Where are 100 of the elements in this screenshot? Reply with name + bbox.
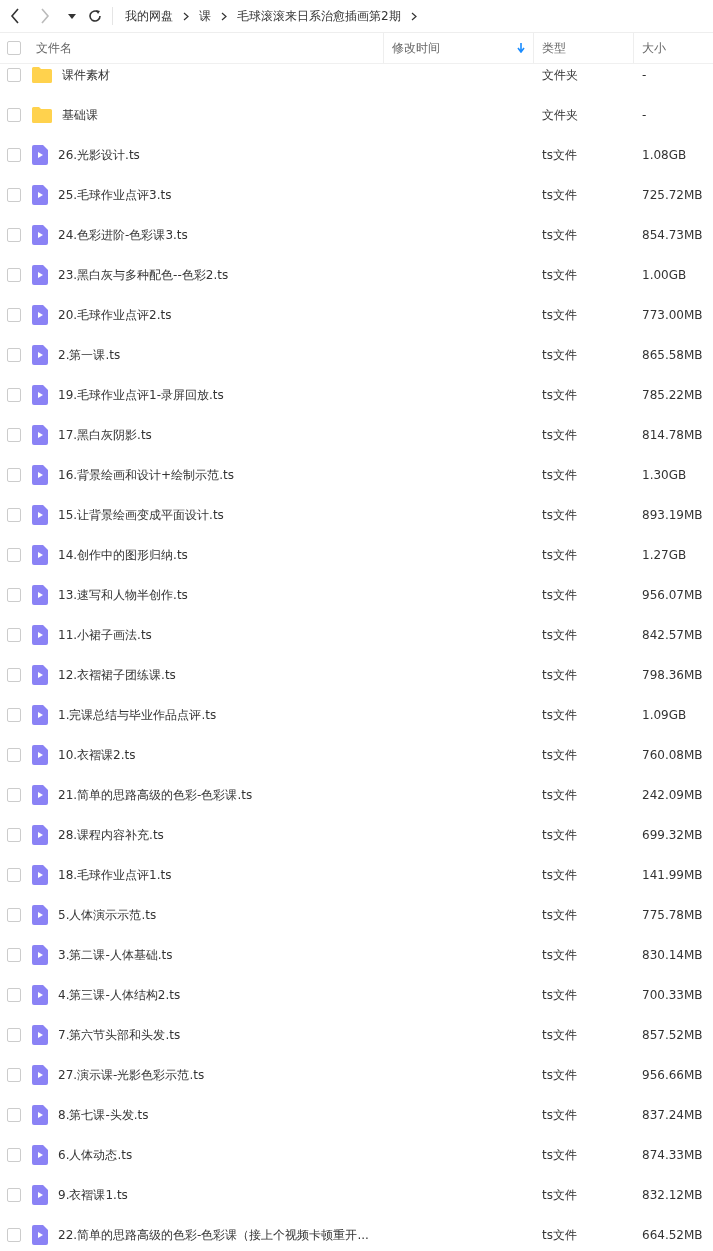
- file-name[interactable]: 26.光影设计.ts: [58, 146, 140, 164]
- row-checkbox[interactable]: [7, 68, 21, 82]
- row-checkbox[interactable]: [7, 788, 21, 802]
- video-file-icon: [32, 785, 48, 805]
- row-checkbox[interactable]: [7, 468, 21, 482]
- file-type: ts文件: [542, 867, 577, 882]
- file-name[interactable]: 25.毛球作业点评3.ts: [58, 186, 172, 204]
- row-checkbox[interactable]: [7, 868, 21, 882]
- row-checkbox[interactable]: [7, 188, 21, 202]
- file-size: 837.24MB: [642, 1108, 703, 1122]
- row-checkbox[interactable]: [7, 828, 21, 842]
- refresh-icon[interactable]: [88, 9, 102, 23]
- column-header[interactable]: 修改时间: [392, 39, 440, 57]
- file-size: 773.00MB: [642, 308, 703, 322]
- file-type: ts文件: [542, 827, 577, 842]
- breadcrumb-item[interactable]: 毛球滚滚来日系治愈插画第2期: [237, 7, 401, 25]
- breadcrumb-item[interactable]: 课: [199, 7, 211, 25]
- video-file-icon: [32, 225, 48, 245]
- column-header[interactable]: 类型: [542, 39, 566, 57]
- row-checkbox[interactable]: [7, 668, 21, 682]
- file-size: 725.72MB: [642, 188, 703, 202]
- row-checkbox[interactable]: [7, 588, 21, 602]
- file-name[interactable]: 18.毛球作业点评1.ts: [58, 866, 172, 884]
- file-name[interactable]: 16.背景绘画和设计+绘制示范.ts: [58, 466, 234, 484]
- file-name[interactable]: 基础课: [62, 106, 98, 124]
- file-name[interactable]: 8.第七课-头发.ts: [58, 1106, 149, 1124]
- file-size: 1.30GB: [642, 468, 687, 482]
- file-type: ts文件: [542, 507, 577, 522]
- video-file-icon: [32, 825, 48, 845]
- file-name[interactable]: 28.课程内容补充.ts: [58, 826, 164, 844]
- file-type: ts文件: [542, 1187, 577, 1202]
- file-size: 242.09MB: [642, 788, 703, 802]
- row-checkbox[interactable]: [7, 228, 21, 242]
- file-size: -: [642, 68, 647, 82]
- file-size: 1.08GB: [642, 148, 687, 162]
- file-name[interactable]: 4.第三课-人体结构2.ts: [58, 986, 181, 1004]
- row-checkbox[interactable]: [7, 388, 21, 402]
- file-name[interactable]: 10.衣褶课2.ts: [58, 746, 136, 764]
- dropdown-caret-icon[interactable]: [68, 13, 76, 19]
- file-name[interactable]: 11.小裙子画法.ts: [58, 626, 152, 644]
- back-icon[interactable]: [10, 8, 20, 24]
- file-name[interactable]: 19.毛球作业点评1-录屏回放.ts: [58, 386, 224, 404]
- file-name[interactable]: 5.人体演示示范.ts: [58, 906, 157, 924]
- row-checkbox[interactable]: [7, 108, 21, 122]
- file-name[interactable]: 课件素材: [62, 66, 110, 84]
- file-size: 699.32MB: [642, 828, 703, 842]
- row-checkbox[interactable]: [7, 308, 21, 322]
- row-checkbox[interactable]: [7, 348, 21, 362]
- file-name[interactable]: 23.黑白灰与多种配色--色彩2.ts: [58, 266, 229, 284]
- file-name[interactable]: 27.演示课-光影色彩示范.ts: [58, 1066, 205, 1084]
- file-size: 1.00GB: [642, 268, 687, 282]
- file-type: ts文件: [542, 1107, 577, 1122]
- row-checkbox[interactable]: [7, 1188, 21, 1202]
- select-all-checkbox[interactable]: [7, 41, 21, 55]
- breadcrumb-item[interactable]: 我的网盘: [125, 7, 173, 25]
- row-checkbox[interactable]: [7, 548, 21, 562]
- file-name[interactable]: 22.简单的思路高级的色彩-色彩课（接上个视频卡顿重开...: [58, 1226, 369, 1244]
- file-size: 700.33MB: [642, 988, 703, 1002]
- file-name[interactable]: 7.第六节头部和头发.ts: [58, 1026, 181, 1044]
- file-name[interactable]: 1.完课总结与毕业作品点评.ts: [58, 706, 217, 724]
- video-file-icon: [32, 1225, 48, 1245]
- file-name[interactable]: 21.简单的思路高级的色彩-色彩课.ts: [58, 786, 253, 804]
- row-checkbox[interactable]: [7, 1108, 21, 1122]
- file-name[interactable]: 24.色彩进阶-色彩课3.ts: [58, 226, 188, 244]
- file-name[interactable]: 17.黑白灰阴影.ts: [58, 426, 152, 444]
- row-checkbox[interactable]: [7, 1228, 21, 1242]
- column-header[interactable]: 大小: [642, 39, 666, 57]
- row-checkbox[interactable]: [7, 708, 21, 722]
- row-checkbox[interactable]: [7, 508, 21, 522]
- video-file-icon: [32, 265, 48, 285]
- folder-icon: [32, 107, 52, 123]
- file-name[interactable]: 6.人体动态.ts: [58, 1146, 133, 1164]
- file-name[interactable]: 20.毛球作业点评2.ts: [58, 306, 172, 324]
- column-header[interactable]: 文件名: [36, 39, 72, 57]
- file-name[interactable]: 12.衣褶裙子团练课.ts: [58, 666, 176, 684]
- row-checkbox[interactable]: [7, 148, 21, 162]
- row-checkbox[interactable]: [7, 1068, 21, 1082]
- file-size: 830.14MB: [642, 948, 703, 962]
- video-file-icon: [32, 865, 48, 885]
- row-checkbox[interactable]: [7, 908, 21, 922]
- file-name[interactable]: 2.第一课.ts: [58, 346, 121, 364]
- row-checkbox[interactable]: [7, 1148, 21, 1162]
- file-size: 956.66MB: [642, 1068, 703, 1082]
- file-name[interactable]: 13.速写和人物半创作.ts: [58, 586, 188, 604]
- file-name[interactable]: 9.衣褶课1.ts: [58, 1186, 128, 1204]
- row-checkbox[interactable]: [7, 1028, 21, 1042]
- file-name[interactable]: 3.第二课-人体基础.ts: [58, 946, 173, 964]
- file-size: 893.19MB: [642, 508, 703, 522]
- file-type: ts文件: [542, 467, 577, 482]
- file-size: 956.07MB: [642, 588, 703, 602]
- file-name[interactable]: 14.创作中的图形归纳.ts: [58, 546, 188, 564]
- row-checkbox[interactable]: [7, 628, 21, 642]
- row-checkbox[interactable]: [7, 948, 21, 962]
- video-file-icon: [32, 665, 48, 685]
- row-checkbox[interactable]: [7, 748, 21, 762]
- file-name[interactable]: 15.让背景绘画变成平面设计.ts: [58, 506, 224, 524]
- row-checkbox[interactable]: [7, 988, 21, 1002]
- row-checkbox[interactable]: [7, 428, 21, 442]
- sort-arrow-icon[interactable]: [517, 43, 525, 53]
- row-checkbox[interactable]: [7, 268, 21, 282]
